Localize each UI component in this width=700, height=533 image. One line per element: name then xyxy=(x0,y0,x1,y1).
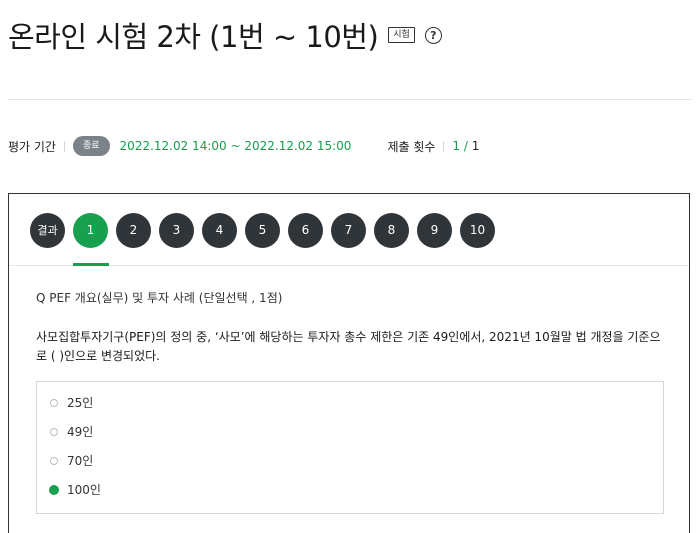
radio-button[interactable] xyxy=(50,456,58,465)
answer-option[interactable]: 25인 xyxy=(37,388,663,417)
divider xyxy=(8,99,692,100)
question-label: Q PEF 개요(실무) 및 투자 사례 (단일선택 , 1점) xyxy=(36,291,283,305)
question-button-10[interactable]: 10 xyxy=(460,213,495,248)
submit-count-current: 1 / xyxy=(452,139,468,153)
radio-button[interactable] xyxy=(49,484,59,495)
question-button-4[interactable]: 4 xyxy=(202,213,237,248)
period-label: 평가 기간 xyxy=(8,139,56,154)
separator xyxy=(63,140,65,152)
separator xyxy=(443,140,445,152)
question-button-3[interactable]: 3 xyxy=(159,213,194,248)
question-text: 사모집합투자기구(PEF)의 정의 중, ‘사모’에 해당하는 투자자 총수 제… xyxy=(36,330,661,363)
question-button-5[interactable]: 5 xyxy=(245,213,280,248)
question-button-8[interactable]: 8 xyxy=(374,213,409,248)
question-button-1[interactable]: 1 xyxy=(73,213,108,248)
nav-divider xyxy=(9,265,689,266)
question-button-2[interactable]: 2 xyxy=(116,213,151,248)
answer-option-label: 49인 xyxy=(67,425,94,439)
answer-option[interactable]: 100인 xyxy=(37,475,663,504)
question-button-7[interactable]: 7 xyxy=(331,213,366,248)
question-circle-icon[interactable]: ? xyxy=(424,26,442,44)
question-button-6[interactable]: 6 xyxy=(288,213,323,248)
submit-count-value: 1 / 1 xyxy=(452,139,479,153)
radio-button[interactable] xyxy=(50,427,58,436)
answer-option-label: 70인 xyxy=(67,454,94,468)
exam-card: 결과 1 2 3 4 5 6 7 8 9 10 Q PEF 개요(실무) 및 투자 사례 (단일선… xyxy=(8,193,690,533)
submit-count-label: 제출 횟수 xyxy=(387,139,436,154)
radio-button[interactable] xyxy=(50,398,58,407)
result-button[interactable]: 결과 xyxy=(30,213,65,248)
title-row: 온라인 시험 2차 (1번 ~ 10번) 시험 ? xyxy=(8,14,442,56)
answer-option-label: 100인 xyxy=(67,483,101,497)
question-nav: 결과 1 2 3 4 5 6 7 8 9 10 xyxy=(30,213,503,248)
answer-options: 25인 49인 70인 100인 xyxy=(36,381,664,514)
page-title: 온라인 시험 2차 (1번 ~ 10번) xyxy=(8,20,379,54)
answer-option-label: 25인 xyxy=(67,396,94,410)
status-badge: 종료 xyxy=(72,136,110,156)
submit-count-total: 1 xyxy=(471,139,480,153)
answer-option[interactable]: 70인 xyxy=(37,446,663,475)
answer-option[interactable]: 49인 xyxy=(37,417,663,446)
exam-meta: 평가 기간 종료 2022.12.02 14:00 ~ 2022.12.02 1… xyxy=(8,136,479,156)
question-button-9[interactable]: 9 xyxy=(417,213,452,248)
period-value: 2022.12.02 14:00 ~ 2022.12.02 15:00 xyxy=(119,139,352,153)
exam-tag: 시험 xyxy=(388,27,415,43)
active-question-indicator xyxy=(73,263,109,266)
